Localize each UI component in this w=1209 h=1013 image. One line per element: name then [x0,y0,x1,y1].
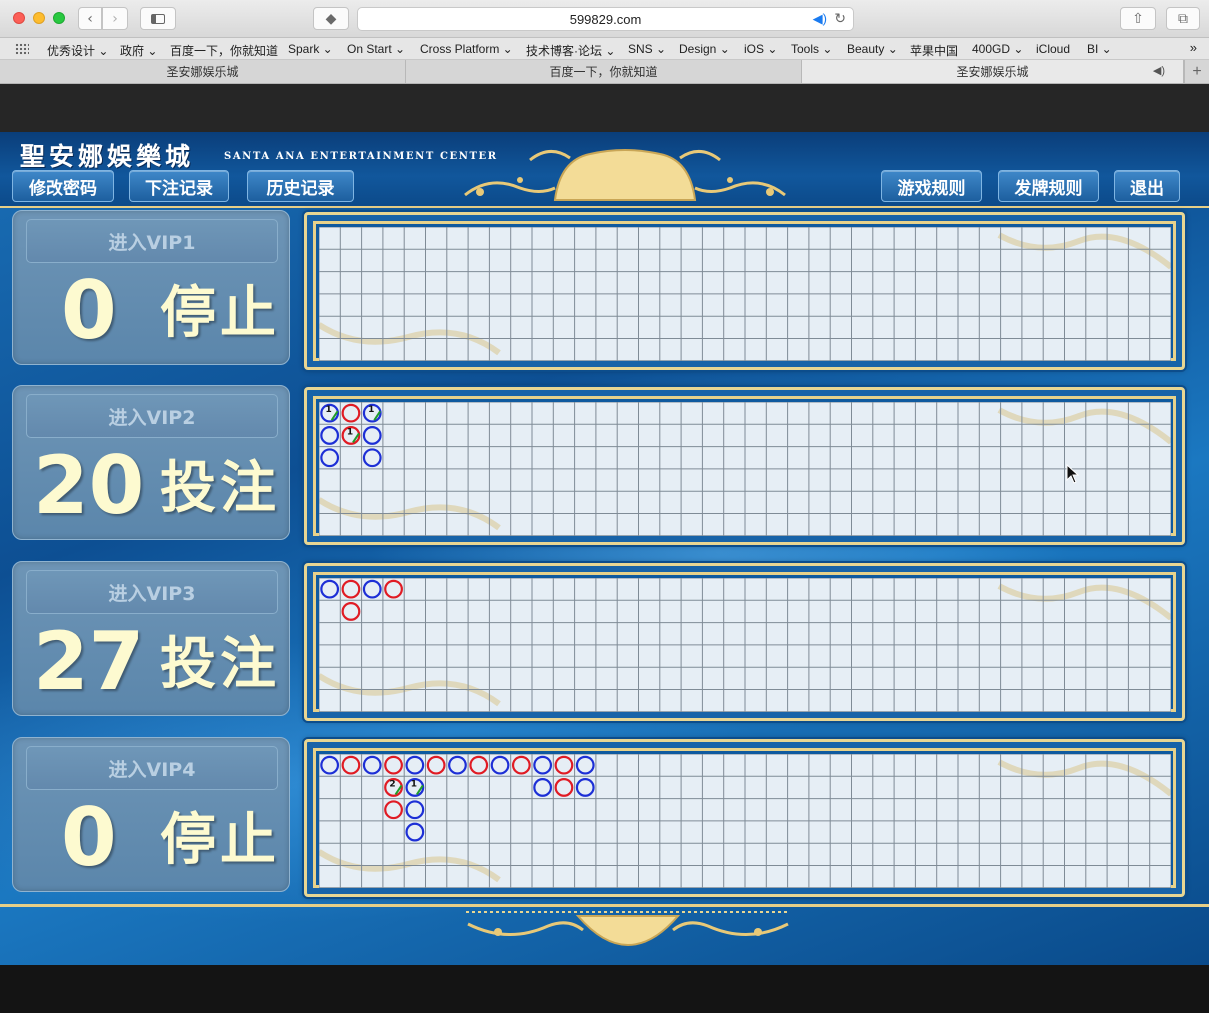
enter-room-button[interactable]: 进入VIP1 [26,219,278,263]
bookmark-item[interactable]: iCloud [1036,42,1070,56]
bookmark-item[interactable]: 优秀设计 ⌄ [47,42,108,59]
tab-bar: + 圣安娜娱乐城 百度一下，你就知道 圣安娜娱乐城 ◀) [0,60,1209,84]
browser-tab[interactable]: 圣安娜娱乐城 [0,60,406,83]
sidebar-icon [151,13,165,24]
extension-button[interactable]: ◆ [313,7,349,30]
bookmark-item[interactable]: 400GD ⌄ [972,42,1023,56]
bookmark-item[interactable]: Design ⌄ [679,42,730,56]
bookmark-item[interactable]: Cross Platform ⌄ [420,42,513,56]
grid-icon[interactable] [15,43,29,55]
mouse-cursor-icon [1066,464,1080,484]
bead-road-grid: 1 1 1 [319,402,1171,536]
room-card-vip3[interactable]: 进入VIP3 27 投注 [12,561,290,716]
room-countdown: 27 [33,615,145,708]
bead-road-board [304,212,1185,370]
bead-road-board: 21 [304,739,1185,897]
room-countdown: 0 [61,791,117,884]
bead-road-board [304,563,1185,721]
bead-road-grid [319,578,1171,712]
enter-room-button[interactable]: 进入VIP2 [26,394,278,438]
room-countdown: 20 [33,439,145,532]
share-button[interactable]: ⇧ [1120,7,1156,30]
room-status: 投注 [160,456,280,521]
game-rules-button[interactable]: 游戏规则 [881,170,982,202]
forward-button[interactable]: › [102,7,128,30]
room-status: 投注 [160,632,280,697]
url-text: 599829.com [569,11,642,27]
bead-label: 1 [368,405,374,415]
share-icon: ⇧ [1132,10,1144,27]
bead-label: 1 [326,405,332,415]
logout-button[interactable]: 退出 [1114,170,1180,202]
room-status: 停止 [160,281,280,346]
site-header: 聖安娜娛樂城 SANTA ANA ENTERTAINMENT CENTER 修改… [0,132,1209,208]
bookmark-item[interactable]: 技术博客·论坛 ⌄ [526,42,615,59]
bead-road-inner: 21 [313,748,1176,888]
browser-tab-label: 百度一下，你就知道 [549,65,658,79]
change-password-button[interactable]: 修改密码 [12,170,114,202]
browser-tab-label: 圣安娜娱乐城 [166,65,239,79]
bookmark-item[interactable]: 百度一下，你就知道 [170,42,278,59]
tab-audio-icon[interactable]: ◀) [1153,64,1165,77]
bookmark-item[interactable]: SNS ⌄ [628,42,666,56]
room-card-vip2[interactable]: 进入VIP2 20 投注 [12,385,290,540]
zoom-window-button[interactable] [53,12,65,24]
dealing-rules-button[interactable]: 发牌规则 [998,170,1099,202]
bookmark-item[interactable]: iOS ⌄ [744,42,777,56]
elephant-icon: ◆ [325,10,337,27]
reload-icon[interactable]: ↻ [834,10,846,27]
history-button[interactable]: 历史记录 [247,170,354,202]
enter-room-button[interactable]: 进入VIP3 [26,570,278,614]
browser-tab[interactable]: 百度一下，你就知道 [406,60,802,83]
bead-road-inner [313,572,1176,712]
bookmark-item[interactable]: BI ⌄ [1087,42,1112,56]
bookmark-item[interactable]: 苹果中国 [910,42,958,59]
page-top-margin [0,84,1209,132]
bookmark-item[interactable]: Spark ⌄ [288,42,333,56]
header-ornament [464,149,786,201]
enter-room-button[interactable]: 进入VIP4 [26,746,278,790]
bookmark-item[interactable]: Tools ⌄ [791,42,832,56]
new-tab-button[interactable]: + [1184,60,1209,83]
footer-ornament [466,911,790,946]
bookmark-item[interactable]: On Start ⌄ [347,42,405,56]
room-countdown: 0 [61,264,117,357]
tabs-icon: ⧉ [1178,10,1188,27]
room-status: 停止 [160,808,280,873]
site-logo-cn: 聖安娜娛樂城 [20,142,195,171]
browser-tab-label: 圣安娜娱乐城 [956,65,1029,79]
game-page: 聖安娜娛樂城 SANTA ANA ENTERTAINMENT CENTER 修改… [0,132,1209,965]
bookmark-item[interactable]: Beauty ⌄ [847,42,898,56]
site-logo-en: SANTA ANA ENTERTAINMENT CENTER [224,151,498,162]
browser-tab[interactable]: 圣安娜娱乐城 ◀) [802,60,1184,83]
chevron-left-icon: ‹ [87,10,93,27]
room-card-vip1[interactable]: 进入VIP1 0 停止 [12,210,290,365]
bookmarks-bar: » 优秀设计 ⌄ 政府 ⌄ 百度一下，你就知道 Spark ⌄ On Start ⌄ Cr… [0,38,1209,60]
room-card-vip4[interactable]: 进入VIP4 0 停止 [12,737,290,892]
more-bookmarks-icon[interactable]: » [1190,40,1197,55]
bead-label: 2 [389,779,395,789]
bead-road-inner [313,221,1176,361]
browser-toolbar: ‹ › ◆ 599829.com ◀) ↻ ⇧ ⧉ [0,0,1209,38]
bet-records-button[interactable]: 下注记录 [129,170,229,202]
bead-label: 1 [347,427,353,437]
page-bottom-margin [0,965,1209,1013]
chevron-right-icon: › [112,10,118,27]
address-bar[interactable]: 599829.com ◀) ↻ [357,7,854,31]
bead-road-grid: 21 [319,754,1171,888]
bead-road-inner: 1 1 1 [313,396,1176,536]
minimize-window-button[interactable] [33,12,45,24]
tab-overview-button[interactable]: ⧉ [1166,7,1200,30]
bead-label: 1 [411,779,417,789]
bookmark-item[interactable]: 政府 ⌄ [120,42,157,59]
sidebar-toggle-button[interactable] [140,7,176,30]
speaker-icon[interactable]: ◀) [813,11,827,27]
bead-road-grid [319,227,1171,361]
bead-road-board: 1 1 1 [304,387,1185,545]
back-button[interactable]: ‹ [78,7,102,30]
close-window-button[interactable] [13,12,25,24]
